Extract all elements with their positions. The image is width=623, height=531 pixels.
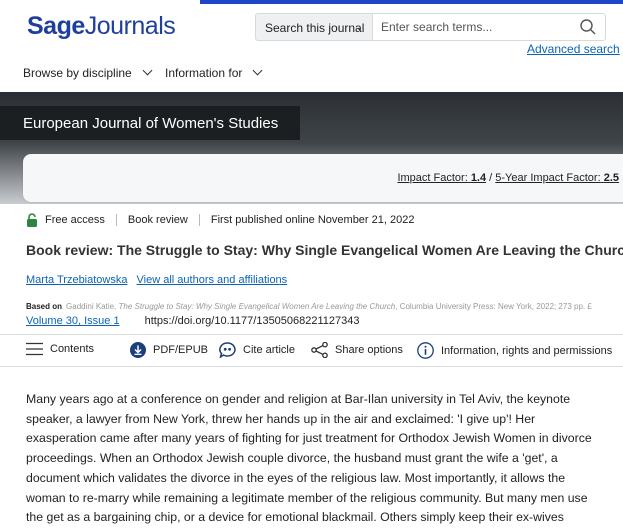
logo-sage: Sage (27, 12, 85, 40)
toolbar-top-divider (0, 334, 623, 335)
quote-icon (219, 342, 236, 358)
cite-article-button[interactable]: Cite article (219, 342, 295, 358)
impact-factor-label: Impact Factor: (397, 172, 468, 184)
nav-browse-by-discipline[interactable]: Browse by discipline (23, 65, 153, 80)
authors-row: Marta Trzebiatowska View all authors and… (26, 274, 293, 286)
contents-button[interactable]: Contents (26, 342, 94, 356)
based-on-title: The Struggle to Stay: Why Single Evangel… (118, 302, 396, 311)
information-rights-label: Information, rights and permissions (441, 344, 613, 357)
toolbar-bottom-divider (0, 366, 623, 367)
search-icon[interactable] (579, 18, 597, 36)
meta-divider (115, 214, 117, 226)
cite-article-label: Cite article (243, 344, 295, 356)
based-on-citation: Based on Gaddini Katie, The Struggle to S… (26, 302, 623, 311)
author-link[interactable]: Marta Trzebiatowska (26, 274, 127, 286)
access-badge: Free access (45, 214, 105, 226)
five-year-impact-link[interactable]: 5-Year Impact Factor: 2.5 (495, 172, 619, 184)
search-input[interactable] (372, 13, 606, 41)
share-options-button[interactable]: Share options (311, 342, 403, 358)
pdf-epub-button[interactable]: PDF/EPUB (130, 342, 208, 358)
article-title: Book review: The Struggle to Stay: Why S… (26, 242, 623, 258)
nav-item-label: Browse by discipline (23, 66, 132, 80)
volume-issue-link[interactable]: Volume 30, Issue 1 (26, 315, 120, 327)
based-on-label: Based on (26, 302, 63, 311)
menu-lines-icon (26, 342, 43, 356)
contents-label: Contents (50, 343, 95, 355)
logo-journals: Journals (84, 12, 176, 40)
article-meta-row: Free access Book review First published … (26, 213, 414, 227)
sage-journals-logo[interactable]: SageJournals (27, 12, 176, 41)
nav-information-for[interactable]: Information for (165, 65, 263, 80)
volume-row: Volume 30, Issue 1 https://doi.org/10.11… (26, 315, 360, 327)
pdf-epub-label: PDF/EPUB (153, 344, 209, 356)
information-rights-button[interactable]: Information, rights and permissions (417, 342, 612, 359)
chevron-down-icon (252, 65, 263, 76)
impact-factor-text: Impact Factor: 1.4 / 5-Year Impact Facto… (397, 172, 619, 184)
based-on-author: Gaddini Katie, (66, 302, 117, 311)
top-accent-stripe (200, 0, 623, 4)
share-icon (311, 342, 328, 358)
article-type: Book review (127, 214, 188, 226)
five-year-value: 2.5 (603, 172, 619, 184)
search-scope-dropdown[interactable]: Search this journal ⌄ (255, 13, 373, 41)
based-on-publisher: , Columbia University Press: New York, 2… (395, 302, 592, 311)
impact-factor-card: Impact Factor: 1.4 / 5-Year Impact Facto… (23, 154, 623, 202)
open-lock-icon (27, 213, 37, 227)
doi-text[interactable]: https://doi.org/10.1177/1350506822112734… (145, 315, 360, 327)
info-circle-icon (417, 342, 434, 359)
article-toolbar: Contents PDF/EPUB Cite article Share opt… (0, 336, 623, 364)
share-options-label: Share options (335, 344, 403, 356)
chevron-down-icon: ⌄ (355, 22, 363, 32)
impact-factor-link[interactable]: Impact Factor: 1.4 (397, 172, 486, 184)
search-scope-label: Search this journal (265, 21, 365, 35)
journal-title[interactable]: European Journal of Women's Studies (0, 106, 300, 140)
nav-item-label: Information for (165, 66, 243, 80)
article-body-paragraph: Many years ago at a conference on gender… (26, 392, 592, 531)
published-date: First published online November 21, 2022 (210, 214, 415, 226)
impact-factor-value: 1.4 (470, 172, 487, 184)
chevron-down-icon (142, 65, 153, 76)
meta-divider (198, 214, 200, 226)
impact-separator: / (486, 172, 496, 184)
advanced-search-link[interactable]: Advanced search (527, 42, 620, 56)
all-authors-link[interactable]: View all authors and affiliations (137, 274, 288, 286)
download-icon (130, 342, 146, 358)
five-year-label: 5-Year Impact Factor: (495, 172, 601, 184)
